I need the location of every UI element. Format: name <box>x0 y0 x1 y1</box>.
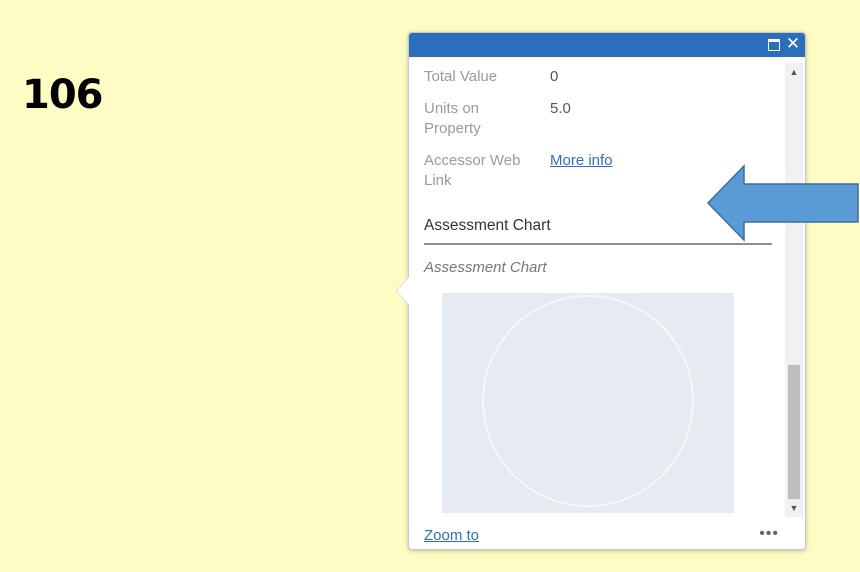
attribute-value: 5.0 <box>550 100 571 117</box>
attribute-row-total-value: Total Value 0 <box>424 67 772 91</box>
popup-content: Total Value 0 Units on Property 5.0 Acce… <box>424 67 772 513</box>
chart-placeholder <box>482 295 694 507</box>
attribute-label: Units on Property <box>424 100 481 137</box>
attribute-label: Accessor Web Link <box>424 152 521 189</box>
chart-caption: Assessment Chart <box>424 259 547 276</box>
left-arrow-icon <box>706 164 859 242</box>
close-button[interactable]: ✕ <box>785 34 801 53</box>
popup-pointer <box>397 277 409 305</box>
more-options-button[interactable]: ••• <box>759 525 779 543</box>
scroll-up-icon[interactable]: ▲ <box>785 65 803 79</box>
maximize-button[interactable] <box>765 36 781 52</box>
maximize-icon <box>768 39 780 51</box>
attribute-value: 0 <box>550 68 559 85</box>
attribute-label: Total Value <box>424 68 498 85</box>
slide-number: 106 <box>22 72 103 118</box>
vertical-scrollbar[interactable]: ▲ ▼ <box>785 63 803 517</box>
info-popup: ✕ Total Value 0 Units on Property 5.0 Ac… <box>397 32 806 550</box>
close-icon: ✕ <box>785 34 801 53</box>
assessment-chart <box>442 293 734 513</box>
popup-title-bar: ✕ <box>409 33 805 57</box>
attribute-row-units: Units on Property 5.0 <box>424 99 772 141</box>
more-info-link[interactable]: More info <box>550 151 613 171</box>
pie-outline <box>482 295 694 507</box>
zoom-to-link[interactable]: Zoom to <box>424 527 479 544</box>
scroll-down-icon[interactable]: ▼ <box>785 501 803 515</box>
scroll-thumb[interactable] <box>788 365 800 499</box>
